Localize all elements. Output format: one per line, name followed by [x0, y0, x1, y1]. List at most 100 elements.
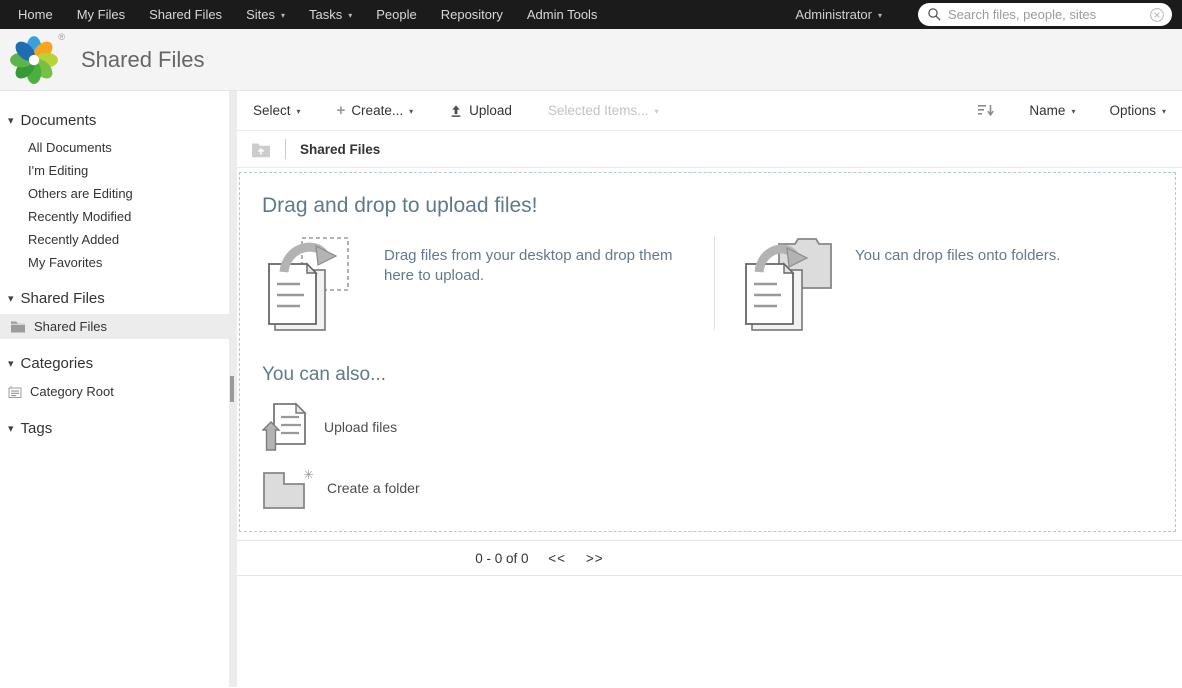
top-navigation-bar: Home My Files Shared Files Sites ▾ Tasks ▾… [0, 0, 1182, 29]
pagination-next-button[interactable]: >> [586, 551, 604, 566]
caret-down-icon: ▾ [296, 107, 301, 116]
search-input[interactable] [948, 7, 1149, 22]
select-button[interactable]: Select ▾ [253, 103, 301, 118]
registered-mark: ® [58, 31, 65, 42]
upload-icon [449, 104, 463, 118]
user-menu[interactable]: Administrator ▾ [781, 7, 896, 22]
breadcrumb: Shared Files [237, 131, 1182, 168]
triangle-down-icon: ▾ [8, 358, 14, 370]
tree-node-label: Category Root [30, 384, 114, 399]
nav-item-my-files[interactable]: My Files [65, 0, 137, 29]
sidebar-item-shared-files-root[interactable]: Shared Files [0, 314, 229, 339]
sidebar-section-shared-files: ▾ Shared Files Shared Files [0, 290, 229, 339]
upload-file-icon [262, 400, 309, 453]
sidebar-section-categories: ▾ Categories Category Root [0, 355, 229, 404]
section-title: Documents [20, 112, 97, 129]
resizer-grip-icon [230, 376, 234, 402]
sidebar-resizer[interactable] [229, 91, 237, 687]
options-button[interactable]: Options ▾ [1109, 103, 1166, 118]
nav-item-people[interactable]: People [364, 0, 428, 29]
drag-drop-target-illustration [262, 232, 354, 334]
section-title: Shared Files [20, 290, 105, 307]
create-folder-icon: ✳ [262, 465, 314, 511]
nav-label: Home [18, 7, 53, 22]
sidebar-item-all-documents[interactable]: All Documents [0, 136, 229, 159]
section-title: Categories [20, 355, 94, 372]
nav-item-tasks[interactable]: Tasks ▾ [297, 0, 364, 29]
section-title: Tags [20, 420, 53, 437]
document-toolbar: Select ▾ + Create... ▾ Upload Selected I… [237, 91, 1182, 131]
caret-down-icon: ▾ [877, 10, 882, 20]
nav-label: My Files [76, 7, 126, 22]
button-label: Select [253, 103, 291, 118]
empty-area [237, 576, 1182, 687]
you-can-also-title: You can also... [262, 364, 386, 385]
drop-here-hint: Drag files from your desktop and drop th… [262, 232, 714, 334]
drag-drop-zone[interactable]: Drag and drop to upload files! Drag file… [239, 172, 1176, 532]
caret-down-icon: ▾ [280, 10, 285, 20]
folder-up-icon[interactable] [251, 141, 271, 158]
caret-down-icon: ▾ [409, 107, 414, 116]
button-label: Create... [351, 103, 404, 118]
drop-onto-folder-illustration [739, 232, 839, 334]
sidebar-item-others-are-editing[interactable]: Others are Editing [0, 182, 229, 205]
search-icon [927, 7, 942, 22]
triangle-down-icon: ▾ [8, 423, 14, 435]
caret-down-icon: ▾ [348, 10, 353, 20]
sort-direction-button[interactable] [978, 104, 995, 118]
sidebar-item-category-root[interactable]: Category Root [0, 379, 229, 404]
pagination-bar: 0 - 0 of 0 << >> [237, 540, 1182, 576]
folder-icon [10, 320, 26, 333]
sidebar-section-documents: ▾ Documents All Documents I'm Editing Ot… [0, 112, 229, 274]
button-label: Options [1109, 103, 1156, 118]
nav-item-admin-tools[interactable]: Admin Tools [515, 0, 610, 29]
create-button[interactable]: + Create... ▾ [337, 102, 414, 119]
caret-down-icon: ▾ [654, 107, 659, 116]
triangle-down-icon: ▾ [8, 115, 14, 127]
sparkle-icon: ✳ [303, 467, 314, 482]
nav-item-repository[interactable]: Repository [429, 0, 515, 29]
tree-node-label: Shared Files [34, 319, 107, 334]
category-icon [8, 385, 22, 399]
sidebar-section-tags: ▾ Tags [0, 420, 229, 444]
upload-files-link[interactable]: Upload files [262, 394, 397, 459]
pagination-prev-button[interactable]: << [548, 551, 566, 566]
sidebar-header-categories[interactable]: ▾ Categories [0, 355, 229, 379]
nav-label: Tasks [308, 7, 343, 22]
triangle-down-icon: ▾ [8, 293, 14, 305]
sidebar-header-shared-files[interactable]: ▾ Shared Files [0, 290, 229, 314]
sidebar-header-tags[interactable]: ▾ Tags [0, 420, 229, 444]
upload-button[interactable]: Upload [449, 103, 512, 118]
selected-items-button[interactable]: Selected Items... ▾ [548, 103, 659, 118]
sidebar-header-documents[interactable]: ▾ Documents [0, 112, 229, 136]
alfresco-logo[interactable]: ® [9, 31, 65, 86]
nav-label: Repository [440, 7, 503, 22]
user-name: Administrator [795, 7, 872, 22]
sidebar-item-my-favorites[interactable]: My Favorites [0, 251, 229, 274]
create-folder-link[interactable]: ✳ Create a folder [262, 459, 420, 517]
breadcrumb-current: Shared Files [300, 141, 381, 157]
drop-here-text: Drag files from your desktop and drop th… [384, 247, 673, 285]
toolbar-right-group: Name ▾ Options ▾ [978, 103, 1166, 118]
nav-item-sites[interactable]: Sites ▾ [234, 0, 297, 29]
page-title: Shared Files [81, 46, 205, 72]
sort-field-button[interactable]: Name ▾ [1029, 103, 1075, 118]
sidebar-item-im-editing[interactable]: I'm Editing [0, 159, 229, 182]
clear-search-icon[interactable] [1149, 7, 1165, 23]
button-label: Selected Items... [547, 103, 649, 118]
page-header: ® Shared Files [0, 29, 1182, 91]
sidebar-item-recently-added[interactable]: Recently Added [0, 228, 229, 251]
breadcrumb-divider [285, 139, 286, 159]
sidebar-item-recently-modified[interactable]: Recently Modified [0, 205, 229, 228]
plus-icon: + [336, 102, 346, 119]
global-search [918, 3, 1172, 26]
nav-item-shared-files[interactable]: Shared Files [137, 0, 234, 29]
main-panel: Select ▾ + Create... ▾ Upload Selected I… [237, 91, 1182, 687]
button-label: Upload [469, 103, 512, 118]
sidebar: ▾ Documents All Documents I'm Editing Ot… [0, 91, 229, 687]
sort-icon [978, 104, 995, 116]
drop-folders-text: You can drop files onto folders. [855, 247, 1061, 264]
dropzone-title: Drag and drop to upload files! [262, 194, 538, 217]
button-label: Name [1029, 103, 1066, 118]
nav-item-home[interactable]: Home [6, 0, 65, 29]
